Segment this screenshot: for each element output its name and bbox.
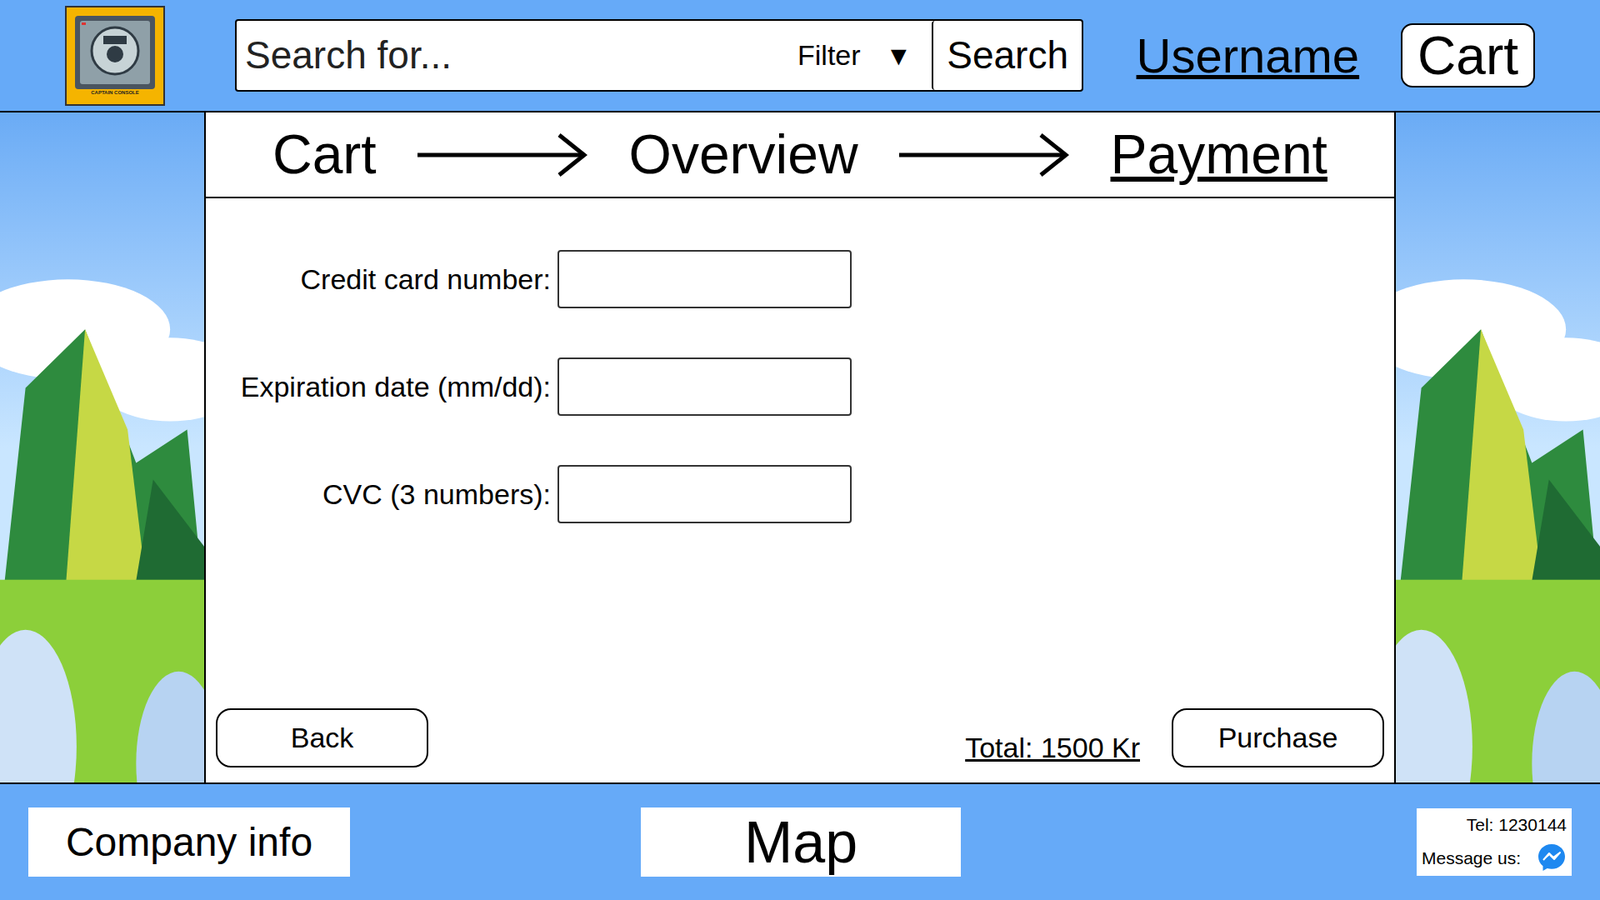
step-arrow-icon xyxy=(417,130,589,180)
company-info-link[interactable]: Company info xyxy=(28,807,350,877)
cart-button[interactable]: Cart xyxy=(1400,23,1535,88)
checkout-step: Overview xyxy=(629,113,859,196)
filter-dropdown[interactable]: Filter▼ xyxy=(797,20,932,90)
logo[interactable]: CAPTAIN CONSOLE xyxy=(65,5,165,106)
left-scenery xyxy=(0,112,205,783)
total-price: Total: 1500 Kr xyxy=(965,726,1140,770)
footer: Company info Map Tel: 1230144 Message us: xyxy=(0,782,1600,900)
form-row: CVC (3 numbers): xyxy=(215,465,1395,524)
form-actions: Back Total: 1500 Kr Purchase xyxy=(205,706,1395,783)
page: CAPTAIN CONSOLE Search for...Filter▼Searc… xyxy=(0,0,1600,900)
search-input[interactable]: Search for... xyxy=(236,20,798,90)
messenger-icon[interactable] xyxy=(1536,842,1567,873)
purchase-button[interactable]: Purchase xyxy=(1171,708,1385,768)
search-button[interactable]: Search xyxy=(931,20,1082,90)
field-input[interactable] xyxy=(557,465,852,524)
main: Cart Overview Payment Credit card number: Ex… xyxy=(0,112,1600,783)
payment-form: Credit card number: Expiration date (mm/d… xyxy=(205,198,1395,524)
form-row: Expiration date (mm/dd): xyxy=(215,357,1395,416)
landscape-icon xyxy=(0,112,205,783)
checkout-panel: Cart Overview Payment Credit card number: Ex… xyxy=(204,112,1396,783)
checkout-step: Payment xyxy=(1110,113,1328,196)
header: CAPTAIN CONSOLE Search for...Filter▼Searc… xyxy=(0,0,1600,113)
map-link[interactable]: Map xyxy=(640,807,961,877)
right-scenery xyxy=(1395,112,1600,783)
field-label: CVC (3 numbers): xyxy=(215,473,551,516)
checkout-steps: Cart Overview Payment xyxy=(205,112,1395,199)
phone-number: Tel: 1230144 xyxy=(1421,811,1567,839)
step-arrow-icon xyxy=(899,130,1070,180)
field-input[interactable] xyxy=(557,357,852,416)
back-button[interactable]: Back xyxy=(215,708,429,768)
form-row: Credit card number: xyxy=(215,250,1395,309)
contact-box: Tel: 1230144 Message us: xyxy=(1416,808,1572,877)
field-label: Credit card number: xyxy=(215,258,551,301)
landscape-icon xyxy=(1395,112,1600,783)
search-bar: Search for...Filter▼Search xyxy=(235,19,1084,92)
dropdown-arrow-icon: ▼ xyxy=(885,35,913,76)
field-input[interactable] xyxy=(557,250,852,309)
checkout-step: Cart xyxy=(272,113,377,196)
message-label: Message us: xyxy=(1421,845,1521,872)
field-label: Expiration date (mm/dd): xyxy=(215,365,551,409)
captain-logo-icon xyxy=(75,15,155,90)
username-link[interactable]: Username xyxy=(1136,19,1360,92)
